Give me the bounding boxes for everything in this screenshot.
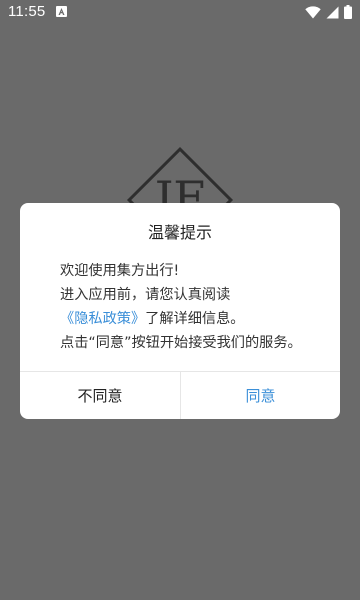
cell-signal-icon: [326, 6, 339, 18]
status-time: 11:55: [8, 3, 46, 20]
privacy-dialog: 温馨提示 欢迎使用集方出行! 进入应用前，请您认真阅读《隐私政策》了解详细信息。…: [20, 203, 340, 419]
dialog-message: 欢迎使用集方出行! 进入应用前，请您认真阅读《隐私政策》了解详细信息。 点击“同…: [60, 259, 310, 355]
notification-a-icon: [56, 6, 67, 17]
battery-icon: [344, 5, 352, 19]
read-notice-suffix: 了解详细信息。: [145, 311, 245, 327]
accept-button[interactable]: 同意: [181, 372, 340, 419]
privacy-policy-link[interactable]: 《隐私政策》: [60, 311, 145, 327]
status-bar: 11:55: [0, 0, 360, 24]
dialog-title: 温馨提示: [147, 223, 212, 242]
read-notice-text: 进入应用前，请您认真阅读《隐私政策》了解详细信息。: [60, 283, 310, 331]
wifi-icon: [305, 5, 321, 19]
consent-instruction-text: 点击“同意”按钮开始接受我们的服务。: [60, 335, 302, 351]
read-notice-prefix: 进入应用前，请您认真阅读: [60, 287, 231, 303]
status-icons: [305, 4, 352, 20]
decline-button[interactable]: 不同意: [20, 372, 180, 419]
welcome-text: 欢迎使用集方出行!: [60, 263, 180, 279]
